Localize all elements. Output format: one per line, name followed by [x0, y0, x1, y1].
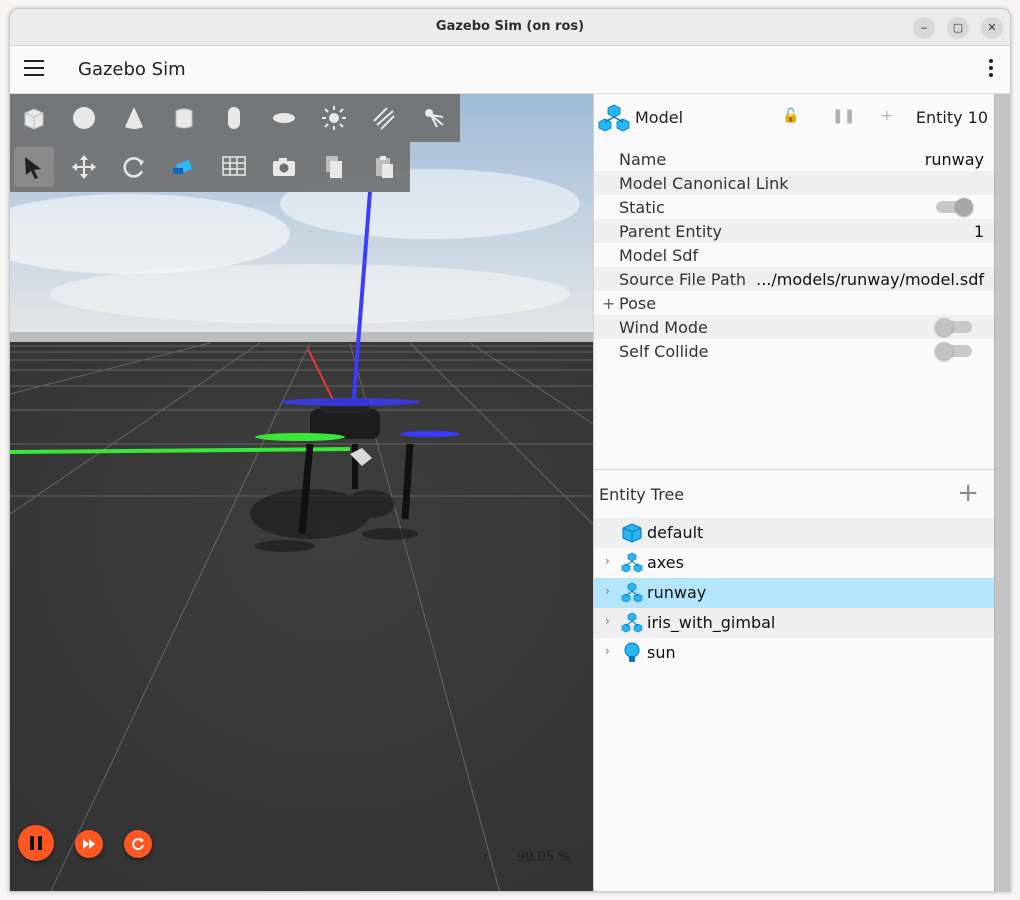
window-title: Gazebo Sim (on ros): [435, 19, 585, 34]
property-key: Name: [619, 150, 667, 169]
maximize-button[interactable]: ▢: [947, 17, 969, 39]
scene-render: [10, 94, 593, 891]
shapes-toolbar: [10, 94, 460, 142]
hamburger-icon[interactable]: [24, 60, 44, 78]
tree-item-sun[interactable]: › sun: [594, 638, 994, 668]
model-icon: [598, 104, 630, 132]
tree-item-iris-with-gimbal[interactable]: › iris_with_gimbal: [594, 608, 994, 638]
property-row-source-file: Source File Path .../models/runway/model…: [594, 267, 994, 291]
property-key: Static: [619, 198, 665, 217]
rtf-value: 99.05 %: [517, 850, 571, 865]
tree-item-default[interactable]: default: [594, 518, 994, 548]
pause-updates-icon[interactable]: ❚❚: [832, 108, 855, 124]
tree-item-axes[interactable]: › axes: [594, 548, 994, 578]
model-icon: [621, 612, 643, 633]
entity-id-label: Entity 10: [915, 108, 988, 127]
property-row-self-collide: Self Collide: [594, 339, 994, 363]
spot-light-icon[interactable]: [414, 98, 454, 138]
static-toggle[interactable]: [936, 198, 973, 216]
real-time-factor: ‹ 99.05 %: [480, 850, 590, 870]
snap-icon[interactable]: [164, 147, 204, 187]
property-row-pose[interactable]: + Pose: [594, 291, 994, 315]
chevron-right-icon[interactable]: ›: [605, 584, 610, 598]
minimize-button[interactable]: ‒: [913, 17, 935, 39]
reset-icon[interactable]: [124, 830, 152, 858]
fast-forward-icon[interactable]: [75, 830, 103, 858]
sphere-icon[interactable]: [64, 98, 104, 138]
model-icon: [621, 552, 643, 573]
property-key: Self Collide: [619, 342, 709, 361]
property-key: Model Canonical Link: [619, 174, 789, 193]
capsule-icon[interactable]: [214, 98, 254, 138]
app-bar: Gazebo Sim: [10, 46, 1010, 94]
light-bulb-icon: [624, 642, 640, 662]
property-row-parent-entity: Parent Entity 1: [594, 219, 994, 243]
box-icon[interactable]: [14, 98, 54, 138]
property-row-name: Name runway: [594, 147, 994, 171]
property-value: 1: [973, 222, 984, 241]
ellipsoid-icon[interactable]: [264, 98, 304, 138]
property-key: Model Sdf: [619, 246, 699, 265]
panel-scrollbar[interactable]: [994, 94, 1010, 891]
add-component-icon[interactable]: +: [881, 108, 893, 124]
paste-icon[interactable]: [364, 147, 404, 187]
rtf-collapse-arrow[interactable]: ‹: [483, 850, 488, 865]
close-button[interactable]: ✕: [981, 17, 1003, 39]
tree-item-label: iris_with_gimbal: [647, 613, 776, 632]
property-row-canonical-link: Model Canonical Link: [594, 171, 994, 195]
cylinder-icon[interactable]: [164, 98, 204, 138]
rotate-icon[interactable]: [114, 147, 154, 187]
entity-tree-header: Entity Tree +: [594, 470, 994, 518]
component-model-label: Model: [635, 108, 684, 127]
self-collide-toggle[interactable]: [935, 342, 972, 360]
app-window: Gazebo Sim (on ros) ‒ ▢ ✕ Gazebo Sim ‹ 9…: [9, 8, 1011, 892]
cone-icon[interactable]: [114, 98, 154, 138]
grid-icon[interactable]: [214, 147, 254, 187]
right-panel: Model 🔓 ❚❚ + Entity 10 Name runway Model…: [593, 94, 994, 891]
tree-item-label: default: [647, 523, 704, 542]
chevron-right-icon[interactable]: ›: [605, 554, 610, 568]
sun-light-icon[interactable]: [314, 98, 354, 138]
pause-icon[interactable]: [18, 825, 54, 861]
tree-item-runway[interactable]: › runway: [594, 578, 994, 608]
property-value[interactable]: runway: [925, 150, 984, 169]
unlock-icon[interactable]: 🔓: [782, 108, 799, 124]
screenshot-camera-icon[interactable]: [264, 147, 304, 187]
world-cube-icon: [622, 523, 642, 543]
component-inspector-header: Model 🔓 ❚❚ + Entity 10: [594, 94, 994, 142]
property-key: Source File Path: [619, 270, 747, 289]
title-bar: Gazebo Sim (on ros) ‒ ▢ ✕: [10, 9, 1010, 46]
property-key: Parent Entity: [619, 222, 723, 241]
tree-item-label: sun: [647, 643, 676, 662]
select-arrow-icon[interactable]: [14, 147, 54, 187]
entity-tree-title: Entity Tree: [599, 485, 685, 504]
property-key: Pose: [619, 294, 657, 313]
property-row-wind-mode: Wind Mode: [594, 315, 994, 339]
transform-toolbar: [10, 142, 410, 192]
scene-3d-viewport[interactable]: ‹ 99.05 %: [10, 94, 593, 891]
app-title: Gazebo Sim: [78, 59, 186, 80]
property-row-static: Static: [594, 195, 994, 219]
kebab-menu-icon[interactable]: [988, 59, 994, 81]
model-icon: [621, 582, 643, 603]
property-key: Wind Mode: [619, 318, 708, 337]
add-entity-icon[interactable]: +: [957, 478, 979, 508]
translate-icon[interactable]: [64, 147, 104, 187]
wind-mode-toggle[interactable]: [935, 318, 972, 336]
chevron-right-icon[interactable]: ›: [605, 644, 610, 658]
property-value: .../models/runway/model.sdf: [756, 270, 984, 289]
chevron-right-icon[interactable]: ›: [605, 614, 610, 628]
tree-item-label: axes: [647, 553, 684, 572]
property-row-model-sdf: Model Sdf: [594, 243, 994, 267]
copy-icon[interactable]: [314, 147, 354, 187]
directional-light-icon[interactable]: [364, 98, 404, 138]
tree-item-label: runway: [647, 583, 707, 602]
expand-pose-icon[interactable]: +: [602, 294, 615, 313]
